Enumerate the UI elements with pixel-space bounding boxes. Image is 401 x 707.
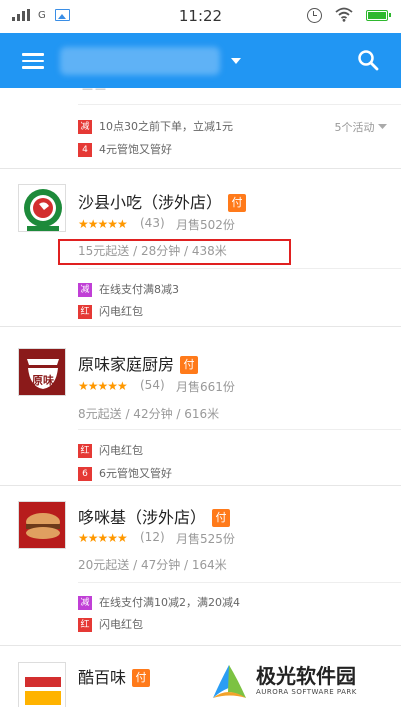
promo-badge: 减 [78, 120, 92, 134]
watermark-title: 极光软件园 [256, 664, 356, 688]
promo-badge: 红 [78, 444, 92, 458]
shop-logo [18, 662, 66, 707]
promo-row: 减在线支付满10减2，满20减4 [78, 594, 240, 610]
promo-text: 在线支付满8减3 [99, 283, 179, 296]
rating-count: (54) [140, 378, 165, 392]
promo-row: 4 4元管饱又管好 [78, 141, 172, 157]
promo-badge: 4 [78, 143, 92, 157]
status-bar: G 11:22 [0, 0, 401, 33]
promo-text: 4元管饱又管好 [99, 143, 172, 156]
alarm-icon [307, 8, 322, 23]
menu-icon[interactable] [22, 53, 44, 69]
rating-stars: ★★★★★ [78, 379, 128, 393]
pay-badge: 付 [228, 194, 247, 212]
promo-row: 减 10点30之前下单，立减1元 [78, 118, 233, 134]
promo-text: 闪电红包 [99, 618, 143, 631]
app-bar [0, 33, 401, 88]
search-icon[interactable] [357, 49, 379, 71]
pay-badge: 付 [132, 669, 151, 687]
shop-logo: 原味 [18, 348, 66, 396]
promo-badge: 减 [78, 283, 92, 297]
shop-card[interactable]: 原味 原味家庭厨房付 ★★★★★ (54) 月售661份 8元起送 / 42分钟… [0, 327, 401, 486]
shop-card[interactable]: 哆咪基（涉外店）付 ★★★★★ (12) 月售525份 20元起送 / 47分钟… [0, 486, 401, 646]
promo-badge: 6 [78, 467, 92, 481]
wifi-icon [335, 7, 353, 22]
monthly-sales: 月售525份 [176, 532, 235, 546]
shop-name[interactable]: 原味家庭厨房付 [78, 351, 199, 375]
promo-badge: 红 [78, 305, 92, 319]
monthly-sales: 月售502份 [176, 218, 235, 232]
rating-stars: ★★★★★ [78, 531, 128, 545]
shop-name[interactable]: 哆咪基（涉外店）付 [78, 504, 231, 528]
promo-text: 闪电红包 [99, 305, 143, 318]
watermark: 极光软件园 AURORA SOFTWARE PARK [200, 657, 401, 707]
promo-row: 6 6元管饱又管好 [78, 465, 172, 481]
watermark-subtitle: AURORA SOFTWARE PARK [256, 688, 357, 696]
truncated-text: —— [82, 88, 142, 93]
promo-row: 红闪电红包 [78, 616, 143, 632]
shop-list[interactable]: —— 减 10点30之前下单，立减1元 5个活动 4 4元管饱又管好 沙县小吃（涉外… [0, 88, 401, 707]
shop-name[interactable]: 酷百味付 [78, 664, 151, 688]
shop-name[interactable]: 沙县小吃（涉外店）付 [78, 189, 247, 213]
delivery-info: 8元起送 / 42分钟 / 616米 [78, 407, 220, 421]
promo-row: 红闪电红包 [78, 303, 143, 319]
logo-text: 原味 [32, 374, 54, 387]
location-title[interactable] [60, 47, 220, 75]
promo-text: 闪电红包 [99, 444, 143, 457]
rating-count: (12) [140, 530, 165, 544]
pay-badge: 付 [180, 356, 199, 374]
promo-row: 红闪电红包 [78, 442, 143, 458]
promo-badge: 减 [78, 596, 92, 610]
chevron-down-icon [378, 124, 387, 129]
promo-badge: 红 [78, 618, 92, 632]
promo-text: 6元管饱又管好 [99, 467, 172, 480]
aurora-logo-icon [211, 662, 247, 699]
rating-count: (43) [140, 216, 165, 230]
monthly-sales: 月售661份 [176, 380, 235, 394]
shop-card-partial[interactable]: —— 减 10点30之前下单，立减1元 5个活动 4 4元管饱又管好 [0, 88, 401, 169]
activity-count[interactable]: 5个活动 [335, 119, 387, 135]
delivery-info: 20元起送 / 47分钟 / 164米 [78, 558, 227, 572]
shop-logo [18, 501, 66, 549]
chevron-down-icon[interactable] [231, 58, 241, 64]
highlight-annotation [58, 239, 291, 265]
shop-logo [18, 184, 66, 232]
rating-stars: ★★★★★ [78, 217, 128, 231]
pay-badge: 付 [212, 509, 231, 527]
battery-icon [366, 10, 391, 21]
promo-text: 10点30之前下单，立减1元 [99, 120, 233, 133]
promo-text: 在线支付满10减2，满20减4 [99, 596, 240, 609]
promo-row: 减在线支付满8减3 [78, 281, 179, 297]
